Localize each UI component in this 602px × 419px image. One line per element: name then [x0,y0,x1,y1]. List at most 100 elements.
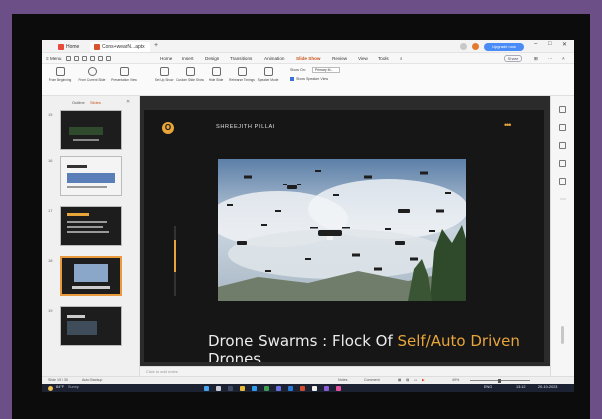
comment-toggle[interactable]: Comment [364,378,380,382]
rehearse-button[interactable]: Rehearse Timings [228,67,256,82]
show-on-select[interactable]: Primary M... [312,67,340,73]
checkbox-icon [290,77,294,82]
file-explorer-icon[interactable] [240,385,245,391]
word-icon[interactable] [288,385,293,391]
normal-view-icon[interactable]: ▦ [398,378,401,382]
thumb-graphic [67,315,97,335]
shape-icon[interactable] [559,178,566,185]
tab-presentation-file[interactable]: Cons+wearN...aptx [90,42,150,52]
more-icon[interactable]: ⋯ [548,53,553,64]
from-beginning-button[interactable]: From Beginning [46,67,74,82]
clock-time[interactable]: 13:12 [516,385,526,389]
clock-date[interactable]: 20-10-2023 [538,385,557,389]
notes-pane[interactable]: Click to add notes [140,366,550,376]
from-current-button[interactable]: From Current Slide [78,67,106,82]
upgrade-button[interactable]: Upgrade now [484,43,524,51]
store-icon[interactable] [264,385,269,391]
undo-icon[interactable] [98,56,103,61]
app2-icon[interactable] [336,385,341,391]
wps-logo-icon [58,43,64,50]
slide-title[interactable]: Drone Swarms : Flock Of Self/Auto Driven… [208,332,520,362]
notes-toggle[interactable]: Notes [338,378,347,382]
slide-sorter-icon[interactable]: ▤ [406,378,409,382]
search-icon[interactable]: ⌕ [400,53,403,64]
language-indicator[interactable]: ENG [484,385,492,389]
minimize-icon[interactable]: – [534,41,537,47]
menu-review[interactable]: Review [332,53,347,64]
menu-bar: ≡ Menu Home Insert Design Transitions An… [42,53,574,65]
current-slide[interactable]: O SHREEJITH PILLAI ••• Drone Swarms: Fl… [144,110,544,362]
tab-home-label: Home [66,44,80,50]
redo-icon[interactable] [106,56,111,61]
weather-temp: 84°F [56,385,65,389]
menu-transitions[interactable]: Transitions [230,53,252,64]
chrome-icon[interactable] [312,385,317,391]
search-taskbar-icon[interactable] [216,385,221,391]
more-tools-icon[interactable]: ⋯ [560,196,566,203]
start-icon[interactable] [204,385,209,391]
collapse-ribbon-icon[interactable]: ˄ [562,53,565,64]
hide-slide-icon [211,67,221,76]
presentation-icon [119,67,129,76]
speaker-mode-label: Speaker Mode [257,78,279,82]
custom-show-button[interactable]: Custom Slide Show [176,67,204,82]
print-icon[interactable] [90,56,95,61]
notes-placeholder: Click to add notes [146,369,178,374]
tab-slides[interactable]: Slides [90,100,101,105]
maximize-icon[interactable]: □ [548,41,552,47]
tab-home[interactable]: Home [54,42,88,52]
save-icon[interactable] [82,56,87,61]
rehearse-label: Rehearse Timings [229,78,255,82]
slide-thumbnail[interactable] [60,156,122,196]
menu-tools[interactable]: Tools [378,53,389,64]
wps-taskbar-icon[interactable] [300,385,305,391]
slide-thumbnail[interactable] [60,206,122,246]
tab-outline[interactable]: Outline [72,100,85,105]
from-beginning-label: From Beginning [48,78,72,82]
properties-icon[interactable] [559,106,566,113]
slide-thumbnail[interactable] [60,306,122,346]
slide-thumbnail[interactable] [60,110,122,150]
scrollbar[interactable] [561,326,564,344]
menu-main[interactable]: ≡ Menu [46,53,61,64]
slide-logo: O [162,122,174,134]
edge-icon[interactable] [252,385,257,391]
transition-icon[interactable] [559,142,566,149]
weather-icon[interactable] [48,385,53,391]
avatar[interactable] [472,43,479,50]
close-panel-icon[interactable]: ✕ [126,99,130,105]
slide-thumbnail-selected[interactable] [60,256,122,296]
menu-view[interactable]: View [358,53,368,64]
set-up-show-button[interactable]: Set Up Show [150,67,178,82]
task-view-icon[interactable] [228,385,233,391]
menu-design[interactable]: Design [205,53,219,64]
animation-pane-icon[interactable] [559,124,566,131]
dots-decoration: ••• [504,120,512,130]
speaker-mode-button[interactable]: Speaker Mode [254,67,282,82]
custom-show-icon [185,67,195,76]
zoom-level[interactable]: 49% [452,378,459,382]
teams-icon[interactable] [276,385,281,391]
cloud-icon[interactable] [460,43,467,50]
app-icon[interactable] [324,385,329,391]
open-icon[interactable] [74,56,79,61]
menu-animation[interactable]: Animation [264,53,284,64]
speaker-view-checkbox[interactable]: Show Speaker View [290,77,329,82]
slide-count: Slide 19 / 30 [48,378,68,382]
history-icon[interactable] [559,160,566,167]
menu-insert[interactable]: Insert [182,53,194,64]
new-doc-icon[interactable] [66,56,71,61]
reading-view-icon[interactable]: ▭ [414,378,417,382]
autosave-status[interactable]: Auto Backup [82,378,102,382]
close-icon[interactable]: ✕ [562,41,567,48]
status-bar: Slide 19 / 30 Auto Backup Notes Comment … [42,376,574,384]
zoom-slider-thumb[interactable] [498,378,501,383]
grid-icon[interactable]: ⊞ [534,53,538,64]
presentation-view-button[interactable]: Presentation View [110,67,138,82]
menu-home[interactable]: Home [160,53,172,64]
hide-slide-button[interactable]: Hide Slide [202,67,230,82]
speaker-view-label: Show Speaker View [296,77,329,81]
share-button[interactable]: Share [504,55,522,62]
new-tab-button[interactable]: + [154,42,158,49]
play-slideshow-icon[interactable]: ▶ [422,378,425,382]
